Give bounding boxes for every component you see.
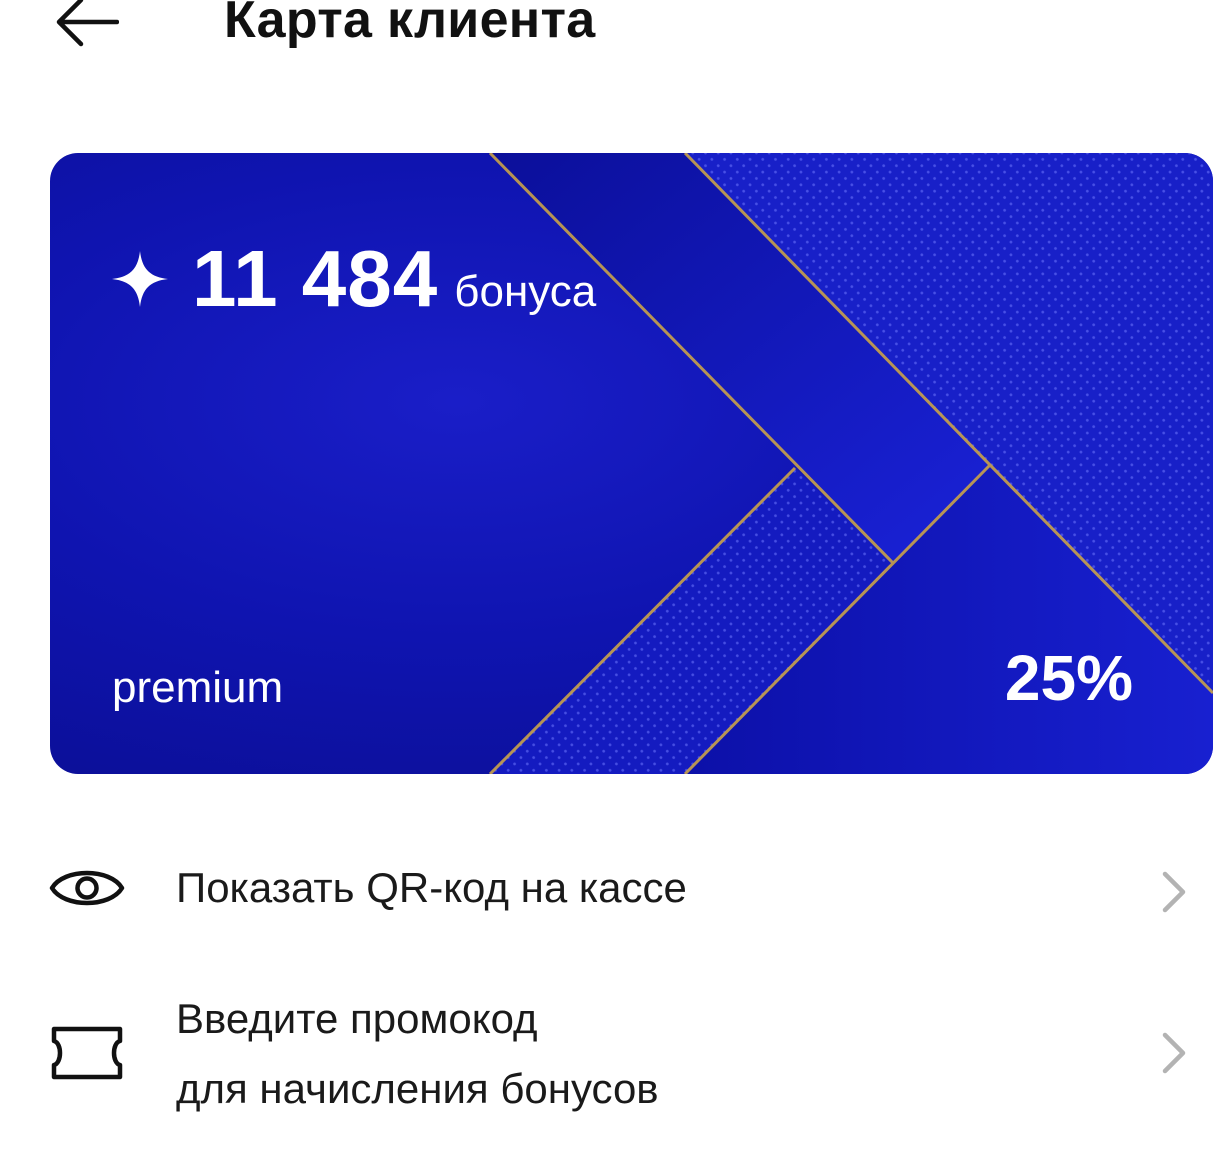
eye-icon	[49, 870, 125, 906]
bonus-unit: бонуса	[454, 267, 597, 316]
bonus-balance: 11 484 бонуса	[110, 233, 596, 325]
chevron-right-icon	[1162, 1032, 1186, 1074]
back-button[interactable]	[50, 0, 122, 54]
show-qr-row[interactable]: Показать QR-код на кассе	[0, 846, 1220, 930]
sparkle-star-icon	[112, 251, 168, 307]
promo-code-label-line1: Введите промокод	[176, 995, 538, 1042]
client-card-screen: Карта клиента 11 484 бонуса premium 25% …	[0, 0, 1220, 1163]
arrow-left-icon	[56, 0, 119, 47]
card-tier: premium	[112, 663, 284, 712]
promo-code-row[interactable]: Введите промокод для начисления бонусов	[0, 985, 1220, 1130]
loyalty-card[interactable]: 11 484 бонуса premium 25%	[50, 153, 1213, 774]
page-title: Карта клиента	[224, 0, 596, 49]
bonus-amount: 11 484	[192, 234, 439, 323]
discount-percent: 25%	[1004, 642, 1133, 714]
show-qr-label: Показать QR-код на кассе	[176, 864, 687, 911]
chevron-right-icon	[1162, 871, 1186, 913]
promo-code-label-line2: для начисления бонусов	[176, 1065, 659, 1112]
ticket-icon	[51, 1026, 123, 1080]
